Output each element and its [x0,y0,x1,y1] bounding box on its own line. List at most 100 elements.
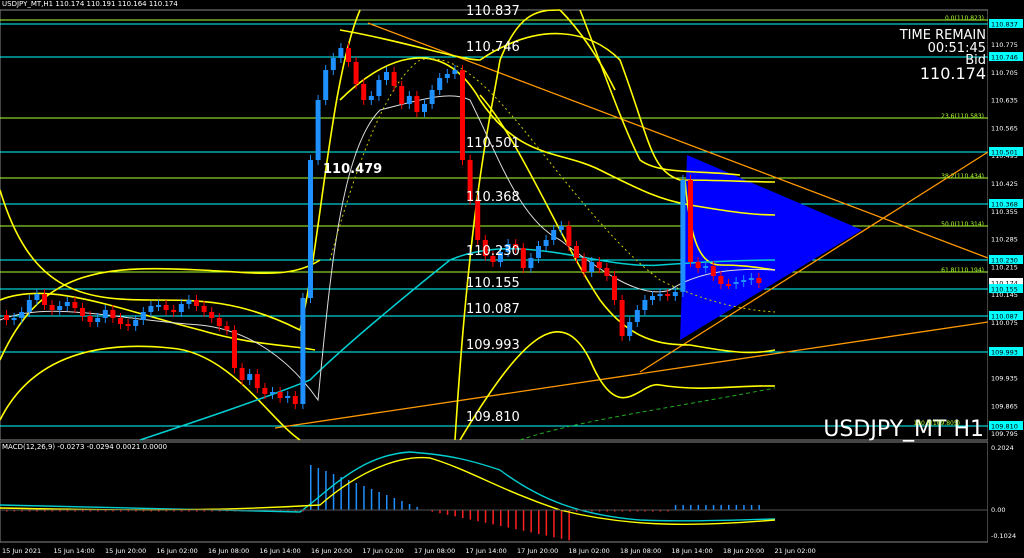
bull-candle[interactable] [308,160,313,298]
bull-candle[interactable] [650,296,655,300]
bull-candle[interactable] [703,266,709,268]
bear-candle[interactable] [254,374,260,388]
bear-candle[interactable] [726,284,731,286]
bull-candle[interactable] [186,300,192,304]
bear-candle[interactable] [49,305,55,310]
bull-candle[interactable] [627,322,633,336]
bear-candle[interactable] [163,305,169,310]
bull-candle[interactable] [270,392,275,394]
bull-candle[interactable] [285,396,291,398]
bull-candle[interactable] [57,306,63,310]
bull-candle[interactable] [452,70,458,74]
bear-candle[interactable] [110,310,116,318]
bull-candle[interactable] [368,96,374,100]
bear-candle[interactable] [596,262,602,268]
bull-candle[interactable] [634,310,640,322]
bull-candle[interactable] [178,304,184,312]
bull-candle[interactable] [19,312,25,318]
bear-candle[interactable] [399,86,405,104]
bear-candle[interactable] [239,368,245,380]
bull-candle[interactable] [422,104,427,112]
bull-candle[interactable] [323,70,329,100]
bear-candle[interactable] [612,276,617,300]
bear-candle[interactable] [346,48,351,62]
bear-candle[interactable] [391,72,397,86]
bear-candle[interactable] [718,276,724,284]
bull-candle[interactable] [444,74,450,78]
bear-candle[interactable] [125,324,131,326]
macd-bar [446,510,449,515]
bull-candle[interactable] [34,294,40,300]
bear-candle[interactable] [361,84,367,100]
bear-candle[interactable] [201,306,207,312]
bear-candle[interactable] [194,300,199,306]
bull-candle[interactable] [330,58,336,70]
bull-candle[interactable] [315,100,321,160]
bear-candle[interactable] [353,62,359,84]
bear-candle[interactable] [292,396,298,404]
bull-candle[interactable] [148,306,154,312]
bear-candle[interactable] [209,312,215,318]
bear-candle[interactable] [619,300,625,336]
bear-candle[interactable] [520,248,526,268]
bear-candle[interactable] [581,258,587,272]
bull-candle[interactable] [748,278,754,280]
bull-candle[interactable] [672,292,678,296]
bull-candle[interactable] [300,298,306,404]
bull-candle[interactable] [528,258,534,268]
bear-candle[interactable] [475,200,481,240]
bear-candle[interactable] [232,330,237,368]
bear-candle[interactable] [460,70,465,160]
bull-candle[interactable] [26,300,32,312]
macd-bar [469,510,472,520]
bear-candle[interactable] [574,246,579,258]
time-tick-label: 15 Jun 2021 [2,547,41,555]
bull-candle[interactable] [657,294,663,296]
bear-candle[interactable] [87,316,93,322]
bear-candle[interactable] [4,315,9,320]
chart-window: 110.775 110.705 110.635 110.565 110.495 110.4… [0,0,1024,558]
bull-candle[interactable] [437,78,443,90]
bear-candle[interactable] [72,302,78,308]
bear-candle[interactable] [171,310,177,312]
bull-candle[interactable] [384,72,389,80]
bear-candle[interactable] [414,96,420,112]
bear-candle[interactable] [118,318,123,324]
bull-candle[interactable] [429,90,435,104]
bull-candle[interactable] [140,312,146,320]
bull-candle[interactable] [406,96,412,104]
bull-candle[interactable] [11,318,17,320]
bear-candle[interactable] [756,278,762,283]
bull-candle[interactable] [589,262,595,272]
macd-bar [553,510,555,538]
bear-candle[interactable] [695,262,701,268]
bear-candle[interactable] [224,326,230,330]
bear-candle[interactable] [42,294,47,305]
bear-candle[interactable] [710,266,716,276]
bull-candle[interactable] [247,374,253,380]
bull-candle[interactable] [536,246,541,258]
bull-candle[interactable] [543,240,549,246]
bull-candle[interactable] [338,48,344,58]
bear-candle[interactable] [688,180,693,262]
bull-candle[interactable] [642,300,648,310]
bear-candle[interactable] [665,294,671,296]
bull-candle[interactable] [733,282,739,284]
bear-candle[interactable] [80,308,85,316]
bull-candle[interactable] [133,320,139,326]
bull-candle[interactable] [741,280,747,282]
bull-candle[interactable] [558,226,564,230]
bear-candle[interactable] [604,268,610,276]
bear-candle[interactable] [262,388,268,394]
bear-candle[interactable] [566,226,572,246]
bull-candle[interactable] [156,305,161,307]
macd-bar [697,505,700,510]
bull-candle[interactable] [102,310,108,318]
bull-candle[interactable] [376,80,382,96]
bull-candle[interactable] [64,302,70,306]
bear-candle[interactable] [216,318,222,326]
bull-candle[interactable] [95,318,101,322]
bull-candle[interactable] [680,180,686,292]
bear-candle[interactable] [277,392,283,398]
bull-candle[interactable] [551,230,557,240]
